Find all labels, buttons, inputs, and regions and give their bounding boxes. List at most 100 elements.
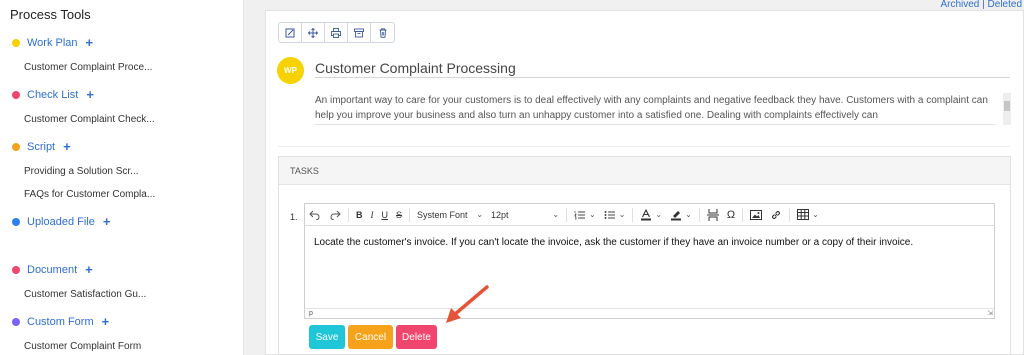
category-label: Uploaded File [27,215,95,228]
editor-content[interactable]: Locate the customer's invoice. If you ca… [314,237,913,248]
editor-toolbar: B I U S System Font ⌄ 12pt ⌄ ⌄ ⌄ ⌄ ⌄ Ω ⌄ [305,204,994,226]
add-work-plan-icon[interactable]: + [86,36,94,49]
custom-form-dot [12,317,20,326]
sidebar-title: Process Tools [10,7,91,22]
document-title-input[interactable] [315,58,1010,78]
font-family-value: System Font [417,209,468,220]
toolbar-separator [698,207,700,222]
chevron-down-icon: ⌄ [476,210,484,219]
archive-icon [354,28,364,37]
trash-icon [379,27,386,38]
chevron-down-icon: ⌄ [655,210,663,219]
category-uploaded-file[interactable]: Uploaded File + [12,215,110,228]
print-icon [331,27,341,38]
resize-handle-icon[interactable]: ⇲ [987,309,993,317]
script-dot [12,142,20,151]
link-divider: | [982,0,985,10]
add-custom-form-icon[interactable]: + [102,315,110,328]
document-description[interactable]: An important way to care for your custom… [315,93,995,125]
font-family-select[interactable]: System Font ⌄ [413,204,487,226]
strikethrough-button[interactable]: S [392,204,406,226]
delete-document-button[interactable] [371,23,394,42]
add-document-icon[interactable]: + [85,263,93,276]
edit-icon [285,28,295,37]
undo-icon [309,210,320,220]
italic-button[interactable]: I [367,204,378,226]
category-label: Work Plan [27,36,78,49]
add-check-list-icon[interactable]: + [86,88,94,101]
deleted-link[interactable]: Deleted [988,0,1022,10]
toolbar-separator [566,207,568,222]
category-label: Check List [27,88,79,101]
chevron-down-icon: ⌄ [589,210,596,219]
add-script-icon[interactable]: + [63,140,71,153]
toolbar-separator [409,207,411,222]
sidebar-doc-script-1[interactable]: Providing a Solution Scr... [24,166,139,177]
link-icon [772,210,781,219]
chevron-down-icon: ⌄ [618,210,626,219]
sidebar-doc-document[interactable]: Customer Satisfaction Gu... [24,289,146,300]
bullet-list-button[interactable]: ⌄ [600,204,630,226]
archive-links: Archived | Deleted [940,0,1022,10]
undo-button[interactable] [305,204,325,226]
category-label: Custom Form [27,315,94,328]
archive-button[interactable] [348,23,371,42]
rich-text-editor[interactable]: B I U S System Font ⌄ 12pt ⌄ ⌄ ⌄ ⌄ ⌄ Ω ⌄ L… [304,203,995,319]
page-break-icon [706,208,719,221]
text-color-icon [641,208,652,220]
category-script[interactable]: Script + [12,140,71,153]
editor-statusbar: p [305,308,994,319]
red-arrow-annotation [446,285,489,323]
delete-button[interactable]: Delete [396,325,437,349]
highlight-color-button[interactable]: ⌄ [666,204,696,226]
save-button[interactable]: Save [309,325,345,349]
archived-link[interactable]: Archived [940,0,979,10]
edit-button[interactable] [279,23,302,42]
add-uploaded-file-icon[interactable]: + [103,215,111,228]
sidebar-doc-custom-form[interactable]: Customer Complaint Form [24,341,141,352]
chevron-down-icon: ⌄ [685,210,692,219]
special-character-button[interactable]: Ω [723,204,739,226]
sidebar-doc-script-2[interactable]: FAQs for Customer Compla... [24,189,155,200]
avatar: WP [277,57,304,84]
insert-table-button[interactable]: ⌄ [793,204,823,226]
numbered-list-button[interactable]: ⌄ [570,204,600,226]
font-size-value: 12pt [491,209,509,220]
category-label: Script [27,140,56,153]
work-plan-dot [12,38,20,47]
element-path: p [309,310,313,317]
insert-image-button[interactable] [746,204,766,226]
category-check-list[interactable]: Check List + [12,88,94,101]
underline-button[interactable]: U [378,204,393,226]
page-break-button[interactable] [703,204,723,226]
sidebar: Process Tools Work Plan + Customer Compl… [0,0,244,355]
insert-link-button[interactable] [766,204,786,226]
scrollbar-thumb[interactable] [1004,101,1010,111]
check-list-dot [12,90,20,99]
move-button[interactable] [302,23,325,42]
numbered-list-icon [574,210,586,219]
chevron-down-icon: ⌄ [552,210,560,219]
print-button[interactable] [325,23,348,42]
document-dot [12,265,20,274]
table-icon [797,209,810,220]
document-action-toolbar [278,22,395,43]
cancel-button[interactable]: Cancel [348,325,393,349]
bold-button[interactable]: B [352,204,367,226]
toolbar-separator [348,207,349,222]
category-work-plan[interactable]: Work Plan + [12,36,93,49]
category-custom-form[interactable]: Custom Form + [12,315,109,328]
sidebar-doc-check-list[interactable]: Customer Complaint Check... [24,114,155,125]
highlighter-icon [671,210,682,220]
category-document[interactable]: Document + [12,263,93,276]
toolbar-separator [632,207,634,222]
redo-icon [330,210,341,220]
category-label: Document [27,263,78,276]
redo-button[interactable] [325,204,345,226]
uploaded-file-dot [12,217,20,226]
font-size-select[interactable]: 12pt ⌄ [487,204,563,226]
text-color-button[interactable]: ⌄ [636,204,666,226]
description-scrollbar[interactable] [1003,93,1011,125]
sidebar-doc-work-plan[interactable]: Customer Complaint Proce... [24,62,152,73]
toolbar-separator [789,207,791,222]
